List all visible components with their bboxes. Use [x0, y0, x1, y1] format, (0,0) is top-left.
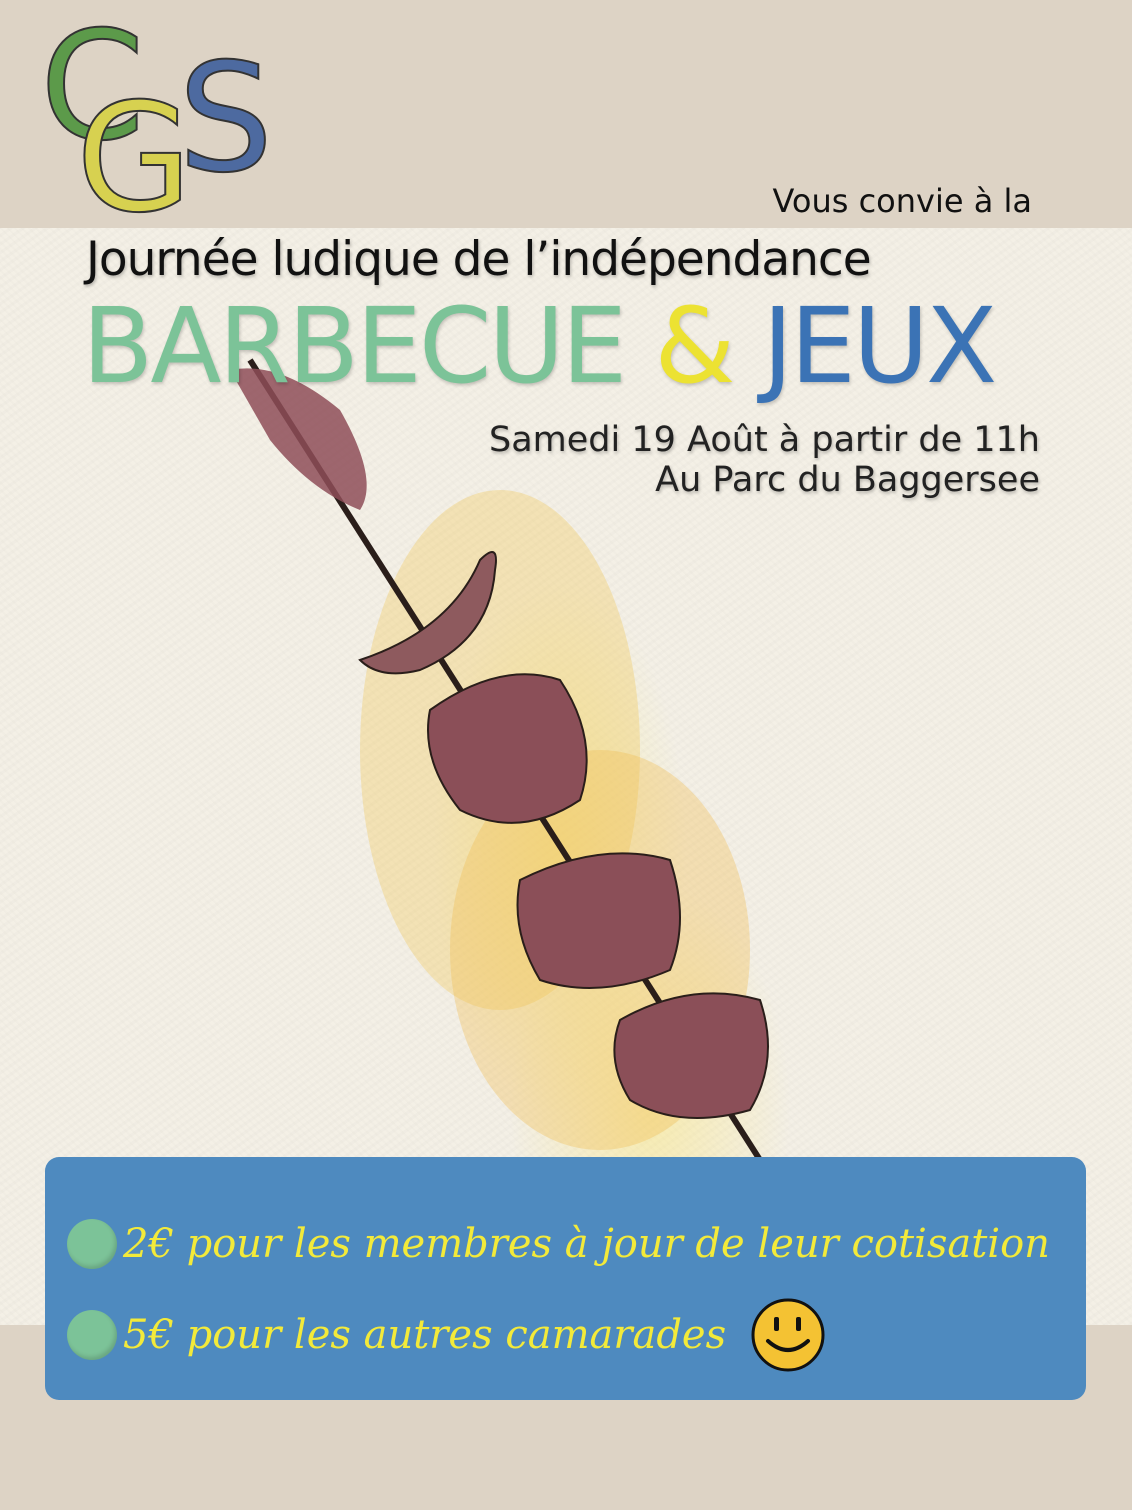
- meat-piece: [516, 852, 681, 989]
- price-row-members: 2€ pour les membres à jour de leur cotis…: [67, 1219, 1050, 1269]
- logo-letter-s: S: [178, 32, 273, 206]
- logo-letter-g: G: [76, 72, 192, 225]
- smiley-face-icon: [751, 1298, 825, 1372]
- green-dot-icon: [67, 1219, 117, 1269]
- price-members-text: 2€ pour les membres à jour de leur cotis…: [123, 1221, 1050, 1267]
- event-title: Journée ludique de l’indépendance: [86, 232, 872, 287]
- headline: BARBECUE & JEUX: [82, 285, 998, 407]
- price-others-text: 5€ pour les autres camarades: [123, 1312, 727, 1358]
- invite-text: Vous convie à la: [772, 182, 1032, 220]
- price-row-others: 5€ pour les autres camarades: [67, 1297, 826, 1373]
- price-box: 2€ pour les membres à jour de leur cotis…: [45, 1157, 1086, 1400]
- event-date: Samedi 19 Août à partir de 11h: [489, 420, 1040, 460]
- green-dot-icon: [67, 1310, 117, 1360]
- meat-piece: [427, 673, 588, 824]
- cgs-logo: C G S: [39, 10, 274, 225]
- headline-ampersand: &: [654, 285, 735, 407]
- headline-word-jeux: JEUX: [762, 285, 998, 407]
- headline-word-barbecue: BARBECUE: [82, 285, 627, 407]
- event-place: Au Parc du Baggersee: [655, 460, 1040, 500]
- meat-piece: [613, 992, 769, 1119]
